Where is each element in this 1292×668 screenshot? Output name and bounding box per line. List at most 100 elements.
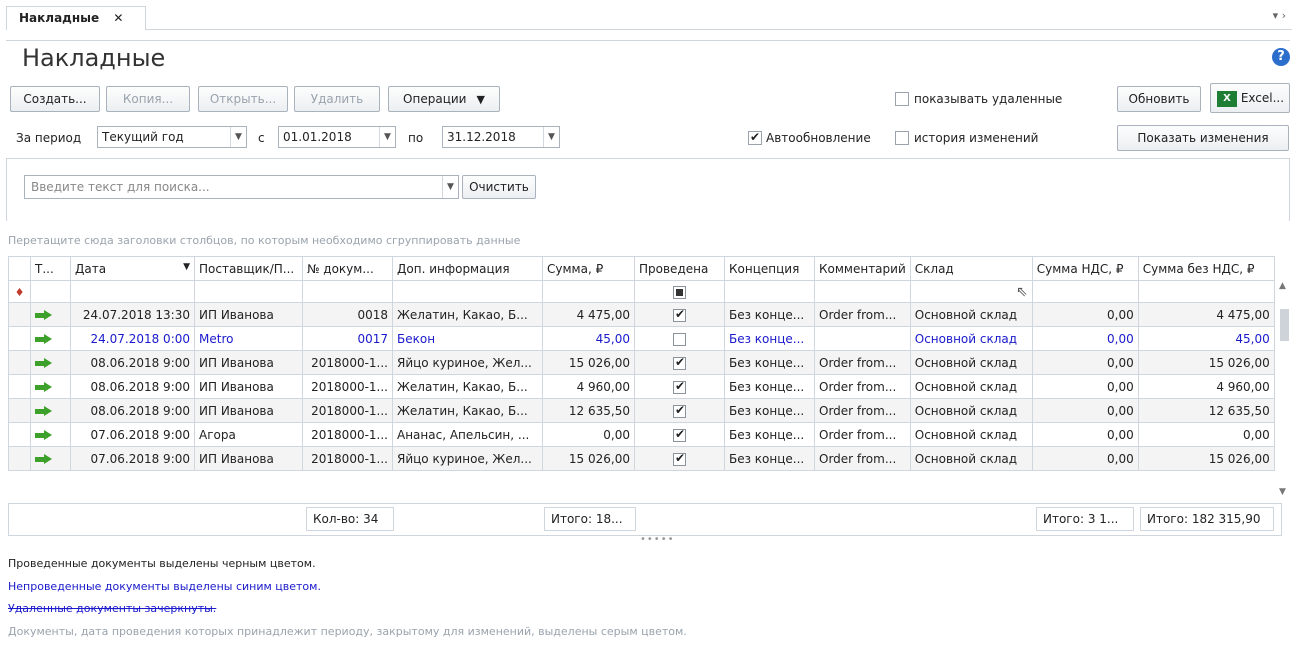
vertical-scrollbar[interactable]: ▲ ▼ — [1278, 281, 1290, 503]
legend-gray: Документы, дата проведения которых прина… — [8, 625, 687, 638]
delete-button[interactable]: Удалить — [294, 86, 380, 112]
filter-posted-checkbox[interactable] — [673, 285, 686, 299]
row-indicator[interactable] — [8, 446, 31, 471]
row-indicator[interactable] — [8, 326, 31, 351]
cell-num: 2018000-1... — [302, 398, 393, 423]
date-to-field[interactable]: 31.12.2018 ▼ — [442, 126, 560, 148]
show-changes-button[interactable]: Показать изменения — [1117, 125, 1289, 151]
column-header-supplier[interactable]: Поставщик/П... — [194, 256, 303, 281]
scroll-thumb[interactable] — [1280, 309, 1289, 341]
cell-supplier: ИП Иванова — [194, 398, 303, 423]
filter-posted-cell[interactable] — [634, 280, 725, 303]
operations-label: Операции — [403, 92, 467, 106]
column-header-info[interactable]: Доп. информация — [392, 256, 543, 281]
open-button[interactable]: Открыть... — [198, 86, 288, 112]
cell-num: 2018000-1... — [302, 422, 393, 447]
cell-supplier: ИП Иванова — [194, 302, 303, 327]
autoupdate-label: Автообновление — [766, 131, 871, 145]
history-checkbox[interactable] — [895, 131, 909, 145]
column-header-doc-number[interactable]: № докум... — [302, 256, 393, 281]
show-deleted-checkbox[interactable] — [895, 92, 909, 106]
search-input[interactable]: Введите текст для поиска... ▼ — [24, 175, 459, 199]
cell-store: Основной склад — [909, 422, 1033, 447]
filter-cell[interactable] — [542, 280, 635, 303]
filter-cell[interactable] — [1137, 280, 1275, 303]
table-row[interactable]: 07.06.2018 9:00 Агора 2018000-1... Ананас, … — [8, 422, 1275, 447]
posted-cell — [634, 350, 725, 375]
column-header-comment[interactable]: Комментарий — [814, 256, 911, 281]
filter-cell[interactable] — [194, 280, 303, 303]
cell-store: Основной склад — [909, 446, 1033, 471]
cell-supplier: Metro — [194, 326, 303, 351]
cell-num: 2018000-1... — [302, 350, 393, 375]
column-header-vat[interactable]: Сумма НДС, ₽ — [1031, 256, 1139, 281]
row-indicator[interactable] — [8, 350, 31, 375]
row-indicator[interactable] — [8, 302, 31, 327]
cell-novat: 12 635,50 — [1137, 398, 1275, 423]
filter-cell[interactable] — [814, 280, 911, 303]
filter-cell[interactable]: ⇖ — [909, 280, 1033, 303]
scroll-down-icon[interactable]: ▼ — [1279, 487, 1286, 497]
cell-num: 0018 — [302, 302, 393, 327]
cell-supplier: ИП Иванова — [194, 446, 303, 471]
column-header-novat[interactable]: Сумма без НДС, ₽ — [1137, 256, 1275, 281]
help-icon[interactable]: ? — [1272, 48, 1290, 66]
incoming-arrow-icon — [35, 382, 53, 392]
row-type-cell — [30, 350, 71, 375]
filter-cell[interactable] — [70, 280, 195, 303]
operations-button[interactable]: Операции ▼ — [388, 86, 500, 112]
cell-concept: Без конце... — [724, 398, 815, 423]
excel-button[interactable]: X Excel... — [1210, 83, 1290, 113]
excel-icon: X — [1217, 90, 1237, 107]
table-row[interactable]: 08.06.2018 9:00 ИП Иванова 2018000-1... Яйц… — [8, 350, 1275, 375]
table-row[interactable]: 24.07.2018 13:30 ИП Иванова 0018 Желатин, К… — [8, 302, 1275, 327]
incoming-arrow-icon — [35, 358, 53, 368]
filter-cell[interactable] — [302, 280, 393, 303]
cell-store: Основной склад — [909, 398, 1033, 423]
date-from-field[interactable]: 01.01.2018 ▼ — [278, 126, 396, 148]
scroll-up-icon[interactable]: ▲ — [1279, 281, 1286, 291]
column-header-concept[interactable]: Концепция — [724, 256, 815, 281]
row-indicator[interactable] — [8, 398, 31, 423]
row-indicator[interactable] — [8, 422, 31, 447]
table-row[interactable]: 07.06.2018 9:00 ИП Иванова 2018000-1... Яйц… — [8, 446, 1275, 471]
total-sum: Итого: 18... — [544, 507, 636, 531]
splitter-handle[interactable]: ••••• — [640, 534, 675, 545]
cell-concept: Без конце... — [724, 350, 815, 375]
refresh-button[interactable]: Обновить — [1117, 86, 1201, 112]
cell-sum: 15 026,00 — [542, 446, 635, 471]
create-button[interactable]: Создать... — [10, 86, 100, 112]
tab-title: Накладные — [19, 11, 100, 25]
column-header-sum[interactable]: Сумма, ₽ — [542, 256, 635, 281]
table-row[interactable]: 24.07.2018 0:00 Metro 0017 Бекон 45,00 Без ко… — [8, 326, 1275, 351]
column-header-type[interactable]: Т... — [30, 256, 71, 281]
cell-info: Яйцо куриное, Жел... — [392, 446, 543, 471]
cell-comment: Order from... — [814, 422, 911, 447]
period-select[interactable]: Текущий год ▼ — [97, 126, 247, 148]
clear-button[interactable]: Очистить — [462, 175, 536, 199]
copy-button[interactable]: Копия... — [106, 86, 190, 112]
table-row[interactable]: 08.06.2018 9:00 ИП Иванова 2018000-1... Жел… — [8, 398, 1275, 423]
cell-date: 07.06.2018 9:00 — [70, 422, 195, 447]
autoupdate-checkbox[interactable] — [748, 130, 762, 145]
close-icon[interactable]: ✕ — [113, 11, 123, 25]
chevron-down-icon[interactable]: ▼ — [442, 176, 458, 198]
column-header-posted[interactable]: Проведена — [634, 256, 725, 281]
table-row[interactable]: 08.06.2018 9:00 ИП Иванова 2018000-1... Жел… — [8, 374, 1275, 399]
filter-cell[interactable] — [1031, 280, 1139, 303]
chevron-down-icon: ▼ — [230, 127, 246, 147]
filter-cell[interactable] — [392, 280, 543, 303]
cell-comment: Order from... — [814, 398, 911, 423]
chevron-down-icon: ▼ — [379, 127, 395, 147]
posted-cell — [634, 326, 725, 351]
filter-cell[interactable] — [724, 280, 815, 303]
filter-cell[interactable] — [30, 280, 71, 303]
cell-concept: Без конце... — [724, 326, 815, 351]
posted-checkbox — [673, 355, 686, 370]
legend-black: Проведенные документы выделены черным цв… — [8, 557, 316, 570]
column-header-store[interactable]: Склад — [909, 256, 1033, 281]
tab-invoices[interactable]: Накладные ✕ — [6, 6, 146, 30]
tab-menu-icon[interactable]: ▾ › — [1273, 9, 1286, 22]
row-indicator[interactable] — [8, 374, 31, 399]
column-header-date[interactable]: Дата ▼ — [70, 256, 195, 281]
